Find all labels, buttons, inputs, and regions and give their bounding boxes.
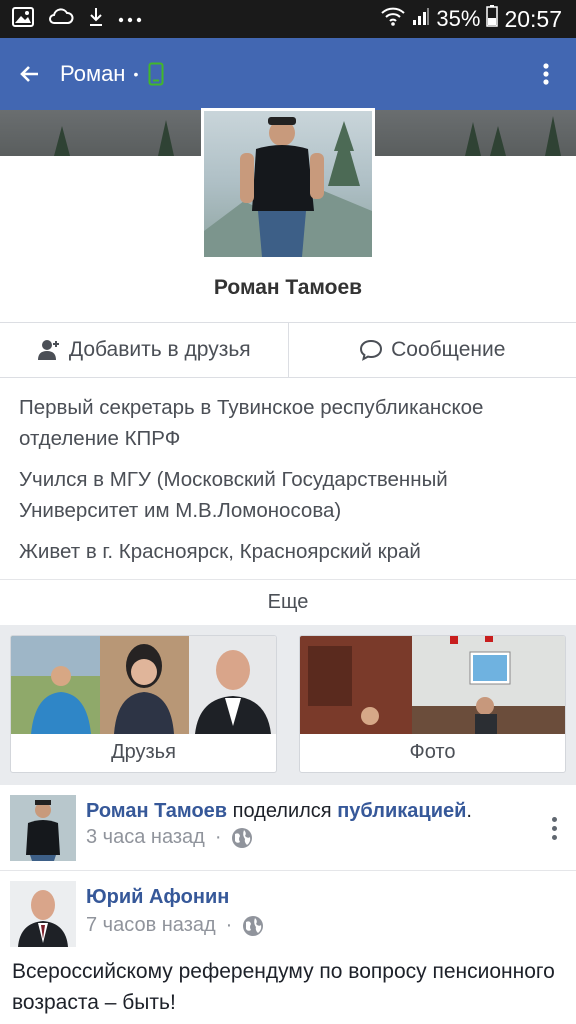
status-bar: 35% 20:57 [0,0,576,38]
meta-separator: · [214,826,222,848]
post-verb: поделился [227,800,338,822]
globe-icon [243,915,264,936]
online-dot: • [133,66,139,82]
battery-icon [486,5,499,33]
message-label: Сообщение [391,338,506,361]
image-icon [12,6,34,32]
location-info: Живет в г. Красноярск, Красноярский край [19,540,421,563]
photos-label: Фото [409,740,456,763]
cloud-sync-icon [48,7,74,32]
profile-picture[interactable] [201,108,375,260]
post-time[interactable]: 7 часов назад [86,914,216,937]
phone-icon [148,62,164,86]
post-author-link[interactable]: Роман Тамоев [86,800,227,822]
post-end: . [466,800,472,822]
wifi-icon [380,6,406,32]
message-button[interactable]: Сообщение [287,323,576,377]
avatar[interactable] [10,881,76,947]
overflow-menu-button[interactable] [516,38,576,110]
more-button[interactable]: Еще [0,579,576,625]
avatar[interactable] [10,795,76,861]
photos-card[interactable]: Фото [299,635,566,773]
add-friend-label: Добавить в друзья [68,338,251,361]
back-arrow-icon [20,66,38,82]
post-text: Всероссийскому референдуму по вопросу пе… [12,960,555,1014]
post-header: Роман Тамоев поделился публикацией. [86,796,472,826]
friends-card[interactable]: Друзья [10,635,277,773]
back-button[interactable] [0,38,60,110]
media-section: Друзья Фото [0,625,576,785]
more-dots-icon [118,10,142,28]
profile-intro: Первый секретарь в Тувинское республикан… [19,392,564,577]
signal-icon [412,6,430,32]
profile-name: Роман Тамоев [213,276,363,299]
post-meta: 3 часа назад · [86,826,253,849]
add-friend-icon [37,340,59,360]
post-author-link[interactable]: Юрий Афонин [86,886,229,908]
battery-percent: 35% [436,6,481,31]
message-bubble-icon [360,339,383,361]
overflow-menu-icon [543,63,549,85]
education-info: Учился в МГУ (Московский Государственный… [19,468,448,522]
post-header: Юрий Афонин [86,882,229,912]
post-meta: 7 часов назад · [86,914,264,937]
profile-actions: Добавить в друзья Сообщение [0,322,576,378]
clock: 20:57 [504,5,562,32]
shared-publication-link[interactable]: публикацией [337,800,466,822]
friends-thumbnails [11,636,276,734]
globe-icon [232,827,253,848]
feed-post: Роман Тамоев поделился публикацией. 3 ча… [0,785,576,871]
download-icon [88,7,104,32]
post-time[interactable]: 3 часа назад [86,826,205,849]
meta-separator: · [225,914,233,936]
post-menu-button[interactable] [544,813,564,843]
more-label: Еще [267,591,309,613]
photos-thumbnail [300,636,565,734]
add-friend-button[interactable]: Добавить в друзья [0,323,288,377]
app-bar: Роман • [0,38,576,110]
work-info: Первый секретарь в Тувинское республикан… [19,396,484,450]
friends-label: Друзья [111,740,176,763]
app-bar-title[interactable]: Роман [60,61,125,87]
